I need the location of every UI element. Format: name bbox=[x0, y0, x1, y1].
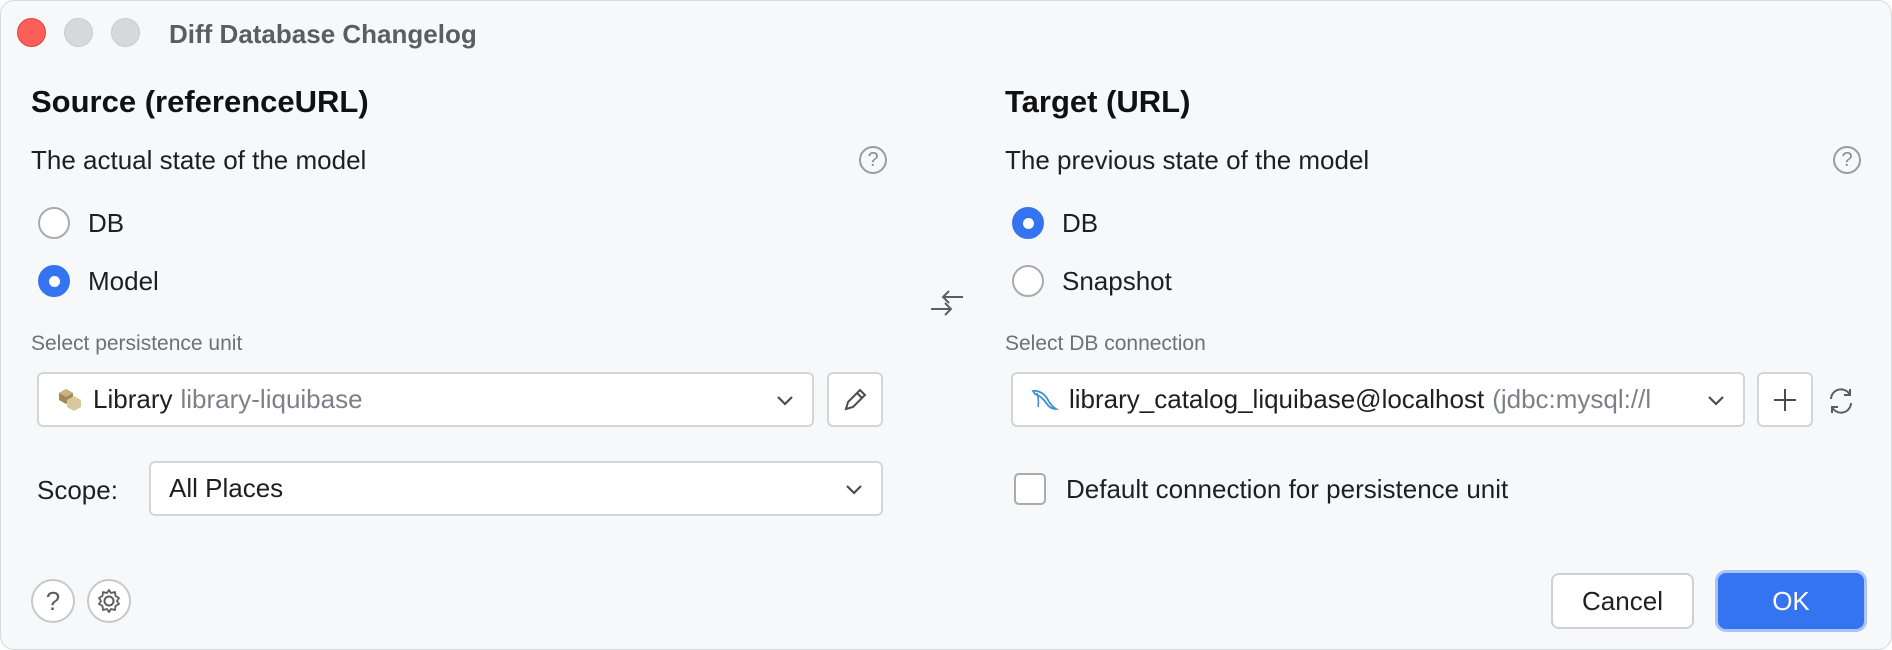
radio-label: DB bbox=[88, 207, 125, 238]
source-heading: Source (referenceURL) bbox=[31, 84, 369, 119]
dialog-window: Diff Database Changelog Source (referenc… bbox=[0, 0, 1892, 650]
db-connection-detail: (jdbc:mysql://l bbox=[1492, 384, 1652, 414]
persistence-unit-detail: library-liquibase bbox=[180, 384, 363, 414]
radio-button[interactable] bbox=[38, 207, 70, 239]
radio-label: Model bbox=[88, 265, 159, 296]
refresh-icon[interactable] bbox=[1825, 385, 1857, 417]
radio-button[interactable] bbox=[1012, 207, 1044, 239]
default-connection-checkbox[interactable] bbox=[1014, 473, 1046, 505]
target-heading: Target (URL) bbox=[1005, 84, 1191, 119]
pencil-icon bbox=[844, 388, 867, 410]
minimize-window-button[interactable] bbox=[64, 18, 93, 47]
persistence-unit-label: Select persistence unit bbox=[31, 332, 243, 355]
ok-button[interactable]: OK bbox=[1718, 573, 1864, 629]
target-subtitle: The previous state of the model bbox=[1005, 145, 1370, 175]
swap-arrows-icon[interactable] bbox=[929, 285, 965, 321]
chevron-down-icon bbox=[1708, 396, 1724, 406]
scope-combobox[interactable]: All Places bbox=[149, 461, 883, 516]
radio-button[interactable] bbox=[38, 265, 70, 297]
source-help-icon[interactable]: ? bbox=[859, 146, 887, 174]
mysql-dolphin-icon bbox=[1031, 389, 1059, 410]
chevron-down-icon bbox=[777, 396, 793, 406]
chevron-down-icon bbox=[846, 485, 862, 495]
window-title: Diff Database Changelog bbox=[169, 19, 477, 49]
help-button[interactable]: ? bbox=[31, 579, 75, 623]
gear-icon bbox=[98, 589, 120, 613]
scope-label: Scope: bbox=[37, 475, 118, 505]
db-connection-combobox[interactable]: library_catalog_liquibase@localhost (jdb… bbox=[1011, 372, 1745, 427]
target-radio-db[interactable]: DB bbox=[1012, 207, 1098, 239]
maximize-window-button[interactable] bbox=[111, 18, 140, 47]
target-help-icon[interactable]: ? bbox=[1833, 146, 1861, 174]
cancel-button[interactable]: Cancel bbox=[1551, 573, 1694, 629]
edit-persistence-button[interactable] bbox=[827, 372, 883, 427]
add-connection-button[interactable] bbox=[1757, 372, 1813, 427]
close-window-button[interactable] bbox=[17, 18, 46, 47]
settings-button[interactable] bbox=[87, 579, 131, 623]
title-bar: Diff Database Changelog bbox=[1, 1, 1891, 65]
source-radio-db[interactable]: DB bbox=[38, 207, 124, 239]
persistence-unit-combobox[interactable]: Library library-liquibase bbox=[37, 372, 814, 427]
radio-label: Snapshot bbox=[1062, 265, 1172, 296]
radio-label: DB bbox=[1062, 207, 1099, 238]
plus-icon bbox=[1774, 388, 1796, 411]
target-radio-snapshot[interactable]: Snapshot bbox=[1012, 265, 1172, 297]
scope-value: All Places bbox=[169, 473, 284, 503]
db-connection-label: Select DB connection bbox=[1005, 332, 1206, 355]
db-connection-value: library_catalog_liquibase@localhost bbox=[1069, 384, 1485, 414]
source-subtitle: The actual state of the model bbox=[31, 145, 367, 175]
default-connection-checkbox-row[interactable]: Default connection for persistence unit bbox=[1014, 473, 1508, 505]
persistence-unit-value: Library bbox=[93, 384, 173, 414]
source-radio-model[interactable]: Model bbox=[38, 265, 159, 297]
radio-button[interactable] bbox=[1012, 265, 1044, 297]
persistence-unit-icon bbox=[59, 388, 81, 411]
default-connection-label: Default connection for persistence unit bbox=[1066, 473, 1509, 504]
